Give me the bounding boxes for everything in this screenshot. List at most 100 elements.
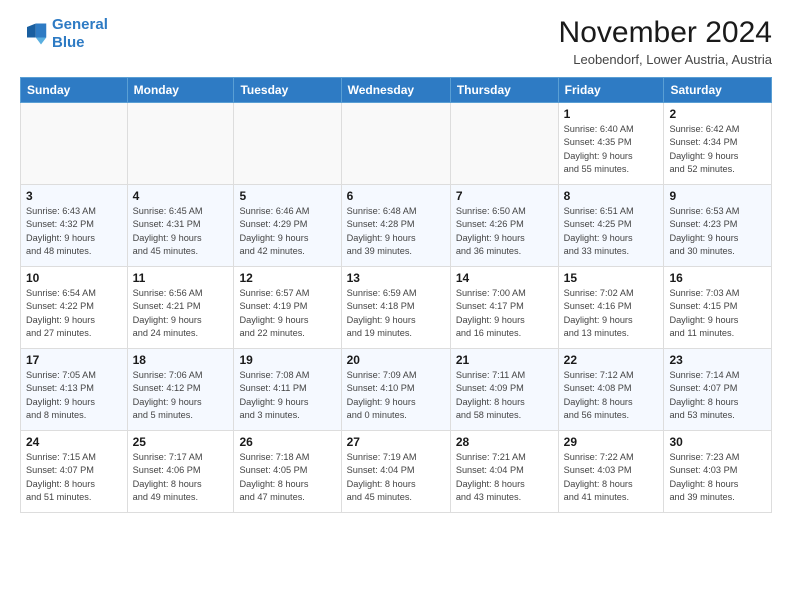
day-cell: 29Sunrise: 7:22 AM Sunset: 4:03 PM Dayli… xyxy=(558,431,664,513)
day-info: Sunrise: 6:40 AM Sunset: 4:35 PM Dayligh… xyxy=(564,123,659,176)
day-number: 11 xyxy=(133,271,229,285)
day-info: Sunrise: 7:09 AM Sunset: 4:10 PM Dayligh… xyxy=(347,369,445,422)
day-info: Sunrise: 6:45 AM Sunset: 4:31 PM Dayligh… xyxy=(133,205,229,258)
day-info: Sunrise: 7:05 AM Sunset: 4:13 PM Dayligh… xyxy=(26,369,122,422)
week-row-4: 17 Sunrise: 7:05 AM Sunset: 4:13 PM Dayli… xyxy=(21,349,772,431)
col-monday: Monday xyxy=(127,78,234,103)
location-subtitle: Leobendorf, Lower Austria, Austria xyxy=(559,52,772,67)
day-cell: 1 Sunrise: 6:40 AM Sunset: 4:35 PM Daylig… xyxy=(558,103,664,185)
day-info: Sunrise: 7:23 AM Sunset: 4:03 PM Dayligh… xyxy=(669,451,766,504)
header-row: Sunday Monday Tuesday Wednesday Thursday… xyxy=(21,78,772,103)
day-info: Sunrise: 7:06 AM Sunset: 4:12 PM Dayligh… xyxy=(133,369,229,422)
day-number: 30 xyxy=(669,435,766,449)
day-info: Sunrise: 7:14 AM Sunset: 4:07 PM Dayligh… xyxy=(669,369,766,422)
day-info: Sunrise: 7:02 AM Sunset: 4:16 PM Dayligh… xyxy=(564,287,659,340)
day-number: 1 xyxy=(564,107,659,121)
day-info: Sunrise: 7:21 AM Sunset: 4:04 PM Dayligh… xyxy=(456,451,553,504)
day-number: 20 xyxy=(347,353,445,367)
day-cell: 20 Sunrise: 7:09 AM Sunset: 4:10 PM Dayli… xyxy=(341,349,450,431)
day-cell: 5 Sunrise: 6:46 AM Sunset: 4:29 PM Daylig… xyxy=(234,185,341,267)
day-number: 2 xyxy=(669,107,766,121)
col-sunday: Sunday xyxy=(21,78,128,103)
day-cell: 3Sunrise: 6:43 AM Sunset: 4:32 PM Daylig… xyxy=(21,185,128,267)
day-cell: 26Sunrise: 7:18 AM Sunset: 4:05 PM Dayli… xyxy=(234,431,341,513)
day-number: 15 xyxy=(564,271,659,285)
day-number: 8 xyxy=(564,189,659,203)
day-info: Sunrise: 6:57 AM Sunset: 4:19 PM Dayligh… xyxy=(239,287,335,340)
day-cell: 24 Sunrise: 7:15 AM Sunset: 4:07 PM Dayli… xyxy=(21,431,128,513)
day-cell: 6 Sunrise: 6:48 AM Sunset: 4:28 PM Daylig… xyxy=(341,185,450,267)
week-row-2: 3Sunrise: 6:43 AM Sunset: 4:32 PM Daylig… xyxy=(21,185,772,267)
day-cell: 28 Sunrise: 7:21 AM Sunset: 4:04 PM Dayli… xyxy=(450,431,558,513)
logo-line2: Blue xyxy=(52,34,85,51)
day-cell: 22 Sunrise: 7:12 AM Sunset: 4:08 PM Dayli… xyxy=(558,349,664,431)
calendar-table: Sunday Monday Tuesday Wednesday Thursday… xyxy=(20,77,772,513)
col-wednesday: Wednesday xyxy=(341,78,450,103)
day-cell: 27 Sunrise: 7:19 AM Sunset: 4:04 PM Dayli… xyxy=(341,431,450,513)
logo: General Blue xyxy=(20,16,108,52)
day-number: 5 xyxy=(239,189,335,203)
day-info: Sunrise: 6:48 AM Sunset: 4:28 PM Dayligh… xyxy=(347,205,445,258)
day-info: Sunrise: 7:08 AM Sunset: 4:11 PM Dayligh… xyxy=(239,369,335,422)
day-info: Sunrise: 6:50 AM Sunset: 4:26 PM Dayligh… xyxy=(456,205,553,258)
day-number: 6 xyxy=(347,189,445,203)
day-info: Sunrise: 6:46 AM Sunset: 4:29 PM Dayligh… xyxy=(239,205,335,258)
day-cell xyxy=(450,103,558,185)
day-cell: 11 Sunrise: 6:56 AM Sunset: 4:21 PM Dayli… xyxy=(127,267,234,349)
day-info: Sunrise: 7:00 AM Sunset: 4:17 PM Dayligh… xyxy=(456,287,553,340)
day-cell: 14 Sunrise: 7:00 AM Sunset: 4:17 PM Dayli… xyxy=(450,267,558,349)
day-number: 27 xyxy=(347,435,445,449)
day-info: Sunrise: 6:43 AM Sunset: 4:32 PM Dayligh… xyxy=(26,205,122,258)
day-number: 17 xyxy=(26,353,122,367)
day-cell: 4 Sunrise: 6:45 AM Sunset: 4:31 PM Daylig… xyxy=(127,185,234,267)
day-number: 13 xyxy=(347,271,445,285)
day-number: 18 xyxy=(133,353,229,367)
day-cell: 18 Sunrise: 7:06 AM Sunset: 4:12 PM Dayli… xyxy=(127,349,234,431)
day-number: 7 xyxy=(456,189,553,203)
day-number: 24 xyxy=(26,435,122,449)
logo-line1: General xyxy=(52,16,108,33)
day-info: Sunrise: 7:18 AM Sunset: 4:05 PM Dayligh… xyxy=(239,451,335,504)
day-cell: 8Sunrise: 6:51 AM Sunset: 4:25 PM Daylig… xyxy=(558,185,664,267)
day-cell: 21 Sunrise: 7:11 AM Sunset: 4:09 PM Dayli… xyxy=(450,349,558,431)
day-info: Sunrise: 6:56 AM Sunset: 4:21 PM Dayligh… xyxy=(133,287,229,340)
day-cell: 19Sunrise: 7:08 AM Sunset: 4:11 PM Dayli… xyxy=(234,349,341,431)
day-info: Sunrise: 7:17 AM Sunset: 4:06 PM Dayligh… xyxy=(133,451,229,504)
day-info: Sunrise: 7:19 AM Sunset: 4:04 PM Dayligh… xyxy=(347,451,445,504)
day-number: 4 xyxy=(133,189,229,203)
day-cell: 23Sunrise: 7:14 AM Sunset: 4:07 PM Dayli… xyxy=(664,349,772,431)
day-number: 9 xyxy=(669,189,766,203)
title-block: November 2024 Leobendorf, Lower Austria,… xyxy=(559,16,772,67)
day-number: 14 xyxy=(456,271,553,285)
day-cell: 12 Sunrise: 6:57 AM Sunset: 4:19 PM Dayli… xyxy=(234,267,341,349)
week-row-5: 24 Sunrise: 7:15 AM Sunset: 4:07 PM Dayli… xyxy=(21,431,772,513)
day-cell: 9 Sunrise: 6:53 AM Sunset: 4:23 PM Daylig… xyxy=(664,185,772,267)
day-number: 21 xyxy=(456,353,553,367)
day-cell xyxy=(127,103,234,185)
day-cell: 10Sunrise: 6:54 AM Sunset: 4:22 PM Dayli… xyxy=(21,267,128,349)
day-info: Sunrise: 7:15 AM Sunset: 4:07 PM Dayligh… xyxy=(26,451,122,504)
day-cell xyxy=(21,103,128,185)
day-info: Sunrise: 6:42 AM Sunset: 4:34 PM Dayligh… xyxy=(669,123,766,176)
day-info: Sunrise: 7:03 AM Sunset: 4:15 PM Dayligh… xyxy=(669,287,766,340)
day-number: 28 xyxy=(456,435,553,449)
day-number: 22 xyxy=(564,353,659,367)
day-info: Sunrise: 6:53 AM Sunset: 4:23 PM Dayligh… xyxy=(669,205,766,258)
day-cell: 30 Sunrise: 7:23 AM Sunset: 4:03 PM Dayli… xyxy=(664,431,772,513)
day-cell: 13Sunrise: 6:59 AM Sunset: 4:18 PM Dayli… xyxy=(341,267,450,349)
day-cell xyxy=(234,103,341,185)
day-number: 12 xyxy=(239,271,335,285)
col-friday: Friday xyxy=(558,78,664,103)
day-cell: 2 Sunrise: 6:42 AM Sunset: 4:34 PM Daylig… xyxy=(664,103,772,185)
day-cell: 15 Sunrise: 7:02 AM Sunset: 4:16 PM Dayli… xyxy=(558,267,664,349)
month-title: November 2024 xyxy=(559,16,772,50)
day-info: Sunrise: 7:11 AM Sunset: 4:09 PM Dayligh… xyxy=(456,369,553,422)
page: General Blue November 2024 Leobendorf, L… xyxy=(0,0,792,612)
day-info: Sunrise: 7:12 AM Sunset: 4:08 PM Dayligh… xyxy=(564,369,659,422)
day-cell xyxy=(341,103,450,185)
day-number: 16 xyxy=(669,271,766,285)
logo-icon xyxy=(20,20,48,48)
col-saturday: Saturday xyxy=(664,78,772,103)
day-cell: 17 Sunrise: 7:05 AM Sunset: 4:13 PM Dayli… xyxy=(21,349,128,431)
logo-text: General Blue xyxy=(52,16,108,52)
